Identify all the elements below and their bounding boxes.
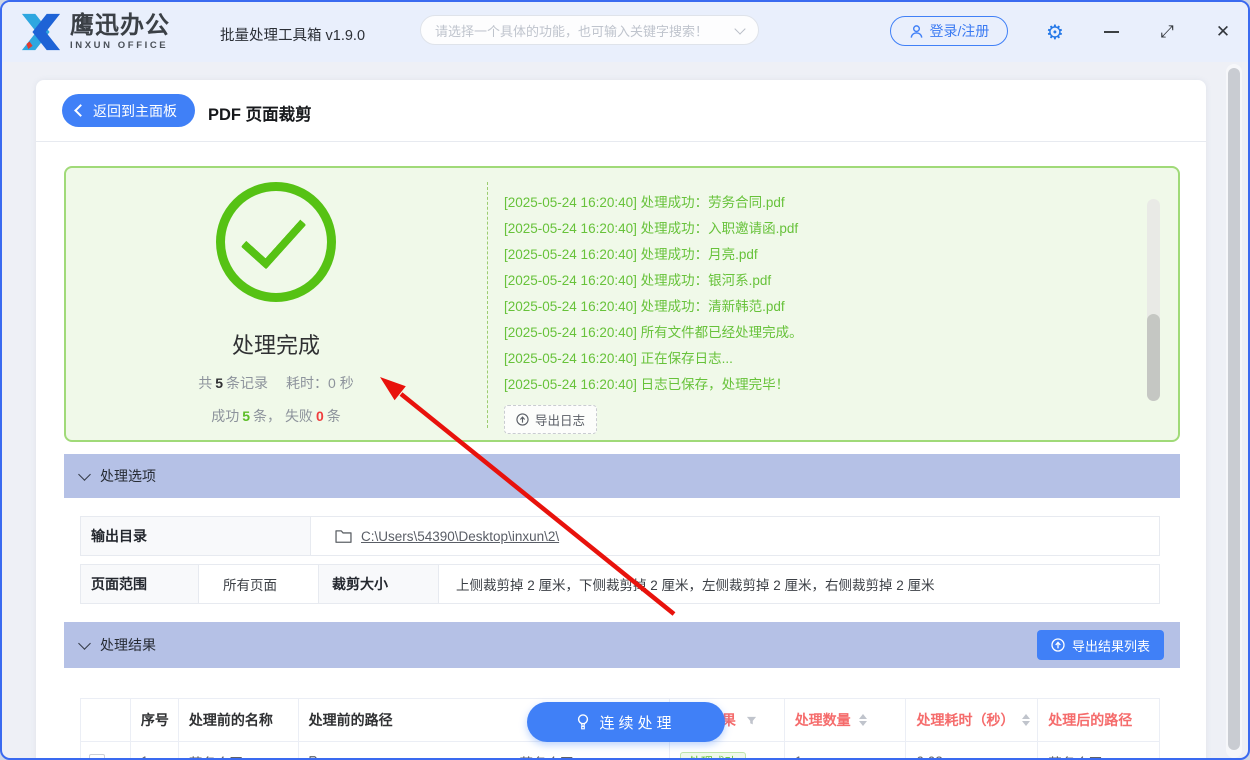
chevron-down-icon — [734, 23, 745, 34]
main-card: 返回到主面板 PDF 页面裁剪 处理完成 共5条记录耗时：0 秒 成功5条， 失… — [36, 80, 1206, 760]
status-title: 处理完成 — [232, 328, 320, 360]
success-fail-summary: 成功5条， 失败0条 — [211, 406, 340, 426]
row-index: 1 — [131, 742, 179, 760]
chevron-left-icon — [74, 104, 87, 117]
log-scrollbar-thumb[interactable] — [1147, 314, 1160, 401]
output-dir-link[interactable]: C:\Users\54390\Desktop\inxun\2\ — [361, 529, 559, 544]
success-count: 5 — [239, 408, 253, 424]
export-log-button[interactable]: 导出日志 — [504, 405, 597, 434]
function-search-placeholder: 请选择一个具体的功能，也可输入关键字搜索！ — [435, 21, 736, 40]
app-logo: 鹰迅办公 INXUN OFFICE — [18, 11, 170, 53]
output-dir-label: 输出目录 — [81, 517, 311, 555]
upload-icon — [1051, 638, 1065, 652]
crop-settings-row: 页面范围 所有页面 裁剪大小 上侧裁剪掉 2 厘米，下侧裁剪掉 2 厘米，左侧裁… — [80, 564, 1160, 604]
titlebar: 鹰迅办公 INXUN OFFICE 批量处理工具箱 v1.9.0 请选择一个具体… — [2, 2, 1248, 62]
filter-funnel-icon[interactable] — [746, 715, 757, 726]
total-count: 5 — [212, 375, 226, 391]
options-section-title: 处理选项 — [100, 466, 156, 486]
output-dir-row: 输出目录 C:\Users\54390\Desktop\inxun\2\ — [80, 516, 1160, 556]
records-summary: 共5条记录耗时：0 秒 — [198, 373, 353, 393]
log-line: [2025-05-24 16:20:40] 处理成功：银河系.pdf — [504, 268, 1098, 294]
status-badge: 处理成功 — [680, 752, 746, 760]
collapse-chevron-icon[interactable] — [78, 468, 91, 481]
process-complete-panel: 处理完成 共5条记录耗时：0 秒 成功5条， 失败0条 [2025-05-24 … — [64, 166, 1180, 442]
log-scrollbar-track[interactable] — [1147, 199, 1160, 401]
header-name-before: 处理前的名称 — [179, 699, 299, 741]
app-logo-icon — [18, 11, 64, 53]
success-check-icon — [216, 182, 336, 302]
export-results-button[interactable]: 导出结果列表 — [1037, 630, 1164, 660]
close-button[interactable]: ✕ — [1208, 2, 1238, 62]
restore-window-button[interactable]: ⤢ — [1154, 2, 1180, 62]
header-expander-column — [81, 699, 131, 741]
row-path-after: 劳务合同.pdf — [1038, 742, 1159, 760]
page-range-label: 页面范围 — [81, 565, 199, 603]
continue-process-label: 连续处理 — [599, 712, 675, 733]
results-section-title: 处理结果 — [100, 635, 156, 655]
export-results-label: 导出结果列表 — [1072, 636, 1150, 655]
log-line: [2025-05-24 16:20:40] 所有文件都已经处理完成。 — [504, 320, 1098, 346]
section-header-options[interactable]: 处理选项 — [64, 454, 1180, 498]
balloon-icon — [576, 714, 590, 731]
logo-text-cn: 鹰迅办公 — [70, 14, 170, 38]
header-path-after: 处理后的路径 — [1038, 699, 1159, 741]
user-icon — [909, 24, 924, 39]
upload-icon — [516, 413, 529, 426]
main-scrollbar-thumb[interactable] — [1228, 68, 1240, 750]
row-name-before: 劳务合同.pdf — [179, 742, 299, 760]
collapse-chevron-icon[interactable] — [78, 637, 91, 650]
minimize-button[interactable] — [1098, 2, 1124, 62]
output-dir-value: C:\Users\54390\Desktop\inxun\2\ — [311, 517, 1159, 555]
app-window: 鹰迅办公 INXUN OFFICE 批量处理工具箱 v1.9.0 请选择一个具体… — [0, 0, 1250, 760]
log-line: [2025-05-24 16:20:40] 处理成功：月亮.pdf — [504, 242, 1098, 268]
page-range-value: 所有页面 — [199, 565, 319, 603]
folder-icon — [335, 529, 352, 543]
row-time: 0.02 — [906, 742, 1038, 760]
row-count: 1 — [785, 742, 907, 760]
sort-carets-icon[interactable] — [1022, 714, 1030, 726]
log-line: [2025-05-24 16:20:40] 处理成功：劳务合同.pdf — [504, 190, 1098, 216]
table-row: + 1 劳务合同.pdf C:\Users\54390\Desktop\inxu… — [80, 742, 1160, 760]
crop-size-label: 裁剪大小 — [319, 565, 439, 603]
row-expander-button[interactable]: + — [89, 754, 105, 760]
result-summary-column: 处理完成 共5条记录耗时：0 秒 成功5条， 失败0条 — [66, 168, 486, 440]
page-title: PDF 页面裁剪 — [208, 101, 312, 125]
continue-process-button[interactable]: 连续处理 — [527, 702, 725, 742]
back-to-dashboard-button[interactable]: 返回到主面板 — [62, 94, 195, 127]
app-subtitle: 批量处理工具箱 v1.9.0 — [220, 24, 365, 45]
sort-carets-icon[interactable] — [859, 714, 867, 726]
export-log-label: 导出日志 — [535, 410, 585, 429]
settings-gear-icon[interactable]: ⚙ — [1042, 2, 1068, 62]
function-search-select[interactable]: 请选择一个具体的功能，也可输入关键字搜索！ — [420, 15, 759, 45]
log-line: [2025-05-24 16:20:40] 处理成功：清新韩范.pdf — [504, 294, 1098, 320]
row-path-before: C:\Users\54390\Desktop\inxun\劳务合同.pdf — [299, 742, 670, 760]
header-divider — [36, 141, 1206, 142]
minimize-icon — [1104, 31, 1119, 33]
log-line: [2025-05-24 16:20:40] 处理成功：入职邀请函.pdf — [504, 216, 1098, 242]
header-index: 序号 — [131, 699, 179, 741]
fail-count: 0 — [313, 408, 327, 424]
log-line: [2025-05-24 16:20:40] 日志已保存，处理完毕！ — [504, 372, 1098, 398]
folder-icon — [309, 755, 325, 760]
section-header-results[interactable]: 处理结果 导出结果列表 — [64, 622, 1180, 668]
header-time: 处理耗时（秒） — [906, 699, 1038, 741]
process-log-list: [2025-05-24 16:20:40] 处理成功：劳务合同.pdf [202… — [487, 182, 1098, 428]
crop-size-value: 上侧裁剪掉 2 厘米，下侧裁剪掉 2 厘米，左侧裁剪掉 2 厘米，右侧裁剪掉 2… — [439, 565, 1159, 603]
back-button-label: 返回到主面板 — [93, 101, 177, 121]
logo-text-en: INXUN OFFICE — [70, 41, 170, 51]
log-line: [2025-05-24 16:20:40] 正在保存日志... — [504, 346, 1098, 372]
header-count: 处理数量 — [785, 699, 907, 741]
login-register-button[interactable]: 登录/注册 — [890, 16, 1008, 46]
login-register-label: 登录/注册 — [930, 21, 990, 41]
elapsed-time: 耗时：0 秒 — [286, 375, 354, 391]
main-scrollbar-track[interactable] — [1226, 64, 1242, 758]
